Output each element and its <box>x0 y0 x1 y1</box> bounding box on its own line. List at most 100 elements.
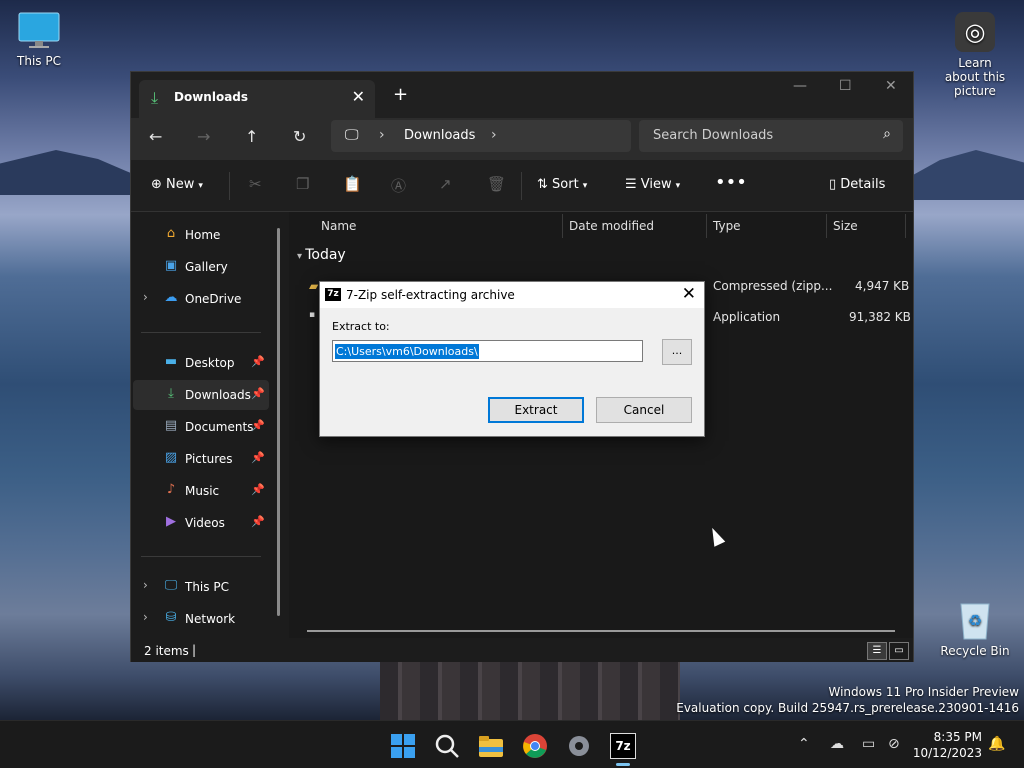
column-header-size[interactable]: Size <box>833 219 858 233</box>
gallery-icon: ▣ <box>164 258 178 273</box>
horizontal-scrollbar[interactable] <box>307 630 895 632</box>
new-button[interactable]: ⊕ New ▾ <box>151 177 203 192</box>
chevron-right-icon[interactable]: › <box>143 578 148 592</box>
column-header-type[interactable]: Type <box>713 219 741 233</box>
share-icon[interactable]: ↗ <box>439 175 452 193</box>
onedrive-tray-icon[interactable]: ☁ <box>830 736 844 752</box>
more-options-icon[interactable]: ••• <box>715 172 747 193</box>
navigation-pane: ⌂ Home ▣ Gallery › ☁ OneDrive ▬ Desktop … <box>131 212 289 638</box>
delete-icon[interactable]: 🗑 <box>487 175 506 193</box>
sidebar-item-videos[interactable]: ▶ Videos 📌 <box>133 508 269 538</box>
notification-bell-icon[interactable]: 🔔 <box>988 736 1005 752</box>
learn-label: Learn about this picture <box>944 56 1006 98</box>
clock-time: 8:35 PM <box>933 730 982 744</box>
display-icon[interactable]: ▭ <box>862 736 875 752</box>
paste-icon[interactable]: 📋 <box>343 175 362 193</box>
sidebar-scrollbar[interactable] <box>277 228 280 616</box>
7zip-taskbar-icon[interactable]: 7z <box>610 733 636 759</box>
sidebar-item-this-pc[interactable]: › 🖵 This PC <box>133 572 269 602</box>
extract-path-input[interactable]: C:\Users\vm6\Downloads\ <box>332 340 643 362</box>
wallpaper-pier <box>380 655 680 725</box>
sidebar-item-desktop[interactable]: ▬ Desktop 📌 <box>133 348 269 378</box>
column-header-date[interactable]: Date modified <box>569 219 654 233</box>
item-count: 2 items <box>144 644 189 658</box>
close-dialog-button[interactable]: ✕ <box>682 284 696 304</box>
column-header-name[interactable]: Name <box>321 219 356 233</box>
chevron-up-icon[interactable]: ⌃ <box>798 736 810 752</box>
music-icon: ♪ <box>166 482 176 497</box>
sidebar-item-label: Downloads <box>185 388 251 402</box>
view-button[interactable]: ☰ View ▾ <box>625 177 680 192</box>
command-bar: ⊕ New ▾ ✂ ❐ 📋 Ⓐ ↗ 🗑 ⇅ Sort ▾ ☰ View ▾ ••• ▯… <box>131 160 913 212</box>
search-input[interactable]: Search Downloads ⌕ <box>639 120 903 152</box>
sidebar-item-onedrive[interactable]: › ☁ OneDrive <box>133 284 269 314</box>
network-muted-icon[interactable]: ⊘ <box>888 736 900 752</box>
group-header-today[interactable]: ▾ Today <box>297 247 346 263</box>
minimize-button[interactable]: — <box>793 78 807 94</box>
active-app-indicator <box>616 763 630 766</box>
details-button[interactable]: ▯ Details <box>829 177 885 192</box>
rename-icon[interactable]: Ⓐ <box>391 175 406 196</box>
refresh-button[interactable]: ↻ <box>293 127 306 146</box>
pin-icon: 📌 <box>251 419 265 432</box>
recycle-bin-icon: ♻ <box>960 603 990 640</box>
details-view-button[interactable]: ☰ <box>867 642 887 660</box>
navigation-bar: ← → ↑ ↻ 🖵 › Downloads › Search Downloads… <box>131 118 913 160</box>
download-icon: ⤓ <box>168 386 174 401</box>
breadcrumb-downloads[interactable]: Downloads <box>404 128 475 143</box>
cancel-button[interactable]: Cancel <box>596 397 692 423</box>
browse-button[interactable]: ... <box>662 339 692 365</box>
sort-button[interactable]: ⇅ Sort ▾ <box>537 177 587 192</box>
search-icon: ⌕ <box>883 126 891 142</box>
sidebar-item-label: Music <box>185 484 220 498</box>
sidebar-item-pictures[interactable]: ▨ Pictures 📌 <box>133 444 269 474</box>
address-bar[interactable]: 🖵 › Downloads › <box>331 120 631 152</box>
wallpaper-mountain-left <box>0 150 140 195</box>
chevron-down-icon: ▾ <box>297 251 306 262</box>
pin-icon: 📌 <box>251 483 265 496</box>
column-divider[interactable] <box>562 214 563 238</box>
desktop-icon-recycle-bin[interactable]: ♻ Recycle Bin <box>940 598 1010 658</box>
extract-button[interactable]: Extract <box>488 397 584 423</box>
file-explorer-icon[interactable] <box>478 733 504 759</box>
close-tab-icon[interactable]: ✕ <box>352 87 365 106</box>
search-icon[interactable] <box>434 733 460 759</box>
cut-icon[interactable]: ✂ <box>249 175 262 193</box>
pin-icon: 📌 <box>251 515 265 528</box>
copy-icon[interactable]: ❐ <box>296 175 309 193</box>
sidebar-item-label: This PC <box>185 580 229 594</box>
home-icon: ⌂ <box>166 226 176 241</box>
up-button[interactable]: ↑ <box>245 127 258 146</box>
sidebar-item-music[interactable]: ♪ Music 📌 <box>133 476 269 506</box>
windows-start-icon[interactable] <box>390 733 416 759</box>
column-divider[interactable] <box>706 214 707 238</box>
learn-about-picture[interactable]: ◎ Learn about this picture <box>940 12 1010 98</box>
tab-downloads[interactable]: ⤓ Downloads ✕ <box>139 80 375 118</box>
extract-to-label: Extract to: <box>332 320 390 333</box>
sidebar-item-network[interactable]: › ⛁ Network <box>133 604 269 634</box>
forward-button[interactable]: → <box>197 127 210 146</box>
monitor-icon <box>18 12 60 48</box>
maximize-button[interactable]: ☐ <box>839 78 852 94</box>
chevron-right-icon[interactable]: › <box>143 610 148 624</box>
chevron-right-icon: › <box>491 127 497 143</box>
sidebar-item-downloads[interactable]: ⤓ Downloads 📌 <box>133 380 269 410</box>
close-window-button[interactable]: ✕ <box>885 78 897 94</box>
back-button[interactable]: ← <box>149 127 162 146</box>
onedrive-icon: ☁ <box>164 290 178 305</box>
new-tab-button[interactable]: + <box>393 84 408 105</box>
sidebar-item-documents[interactable]: ▤ Documents 📌 <box>133 412 269 442</box>
settings-gear-icon[interactable] <box>566 733 592 759</box>
column-divider[interactable] <box>905 214 906 238</box>
tiles-view-button[interactable]: ▭ <box>889 642 909 660</box>
chevron-right-icon[interactable]: › <box>143 290 148 304</box>
desktop-icon-label: Recycle Bin <box>940 644 1010 658</box>
sidebar-item-home[interactable]: ⌂ Home <box>133 220 269 250</box>
desktop-icon-this-pc[interactable]: This PC <box>12 12 66 68</box>
chrome-icon[interactable] <box>522 733 548 759</box>
desktop-icon-label: This PC <box>17 54 61 68</box>
system-clock[interactable]: 8:35 PM 10/12/2023 <box>913 729 982 761</box>
pin-icon: 📌 <box>251 451 265 464</box>
column-divider[interactable] <box>826 214 827 238</box>
sidebar-item-gallery[interactable]: ▣ Gallery <box>133 252 269 282</box>
